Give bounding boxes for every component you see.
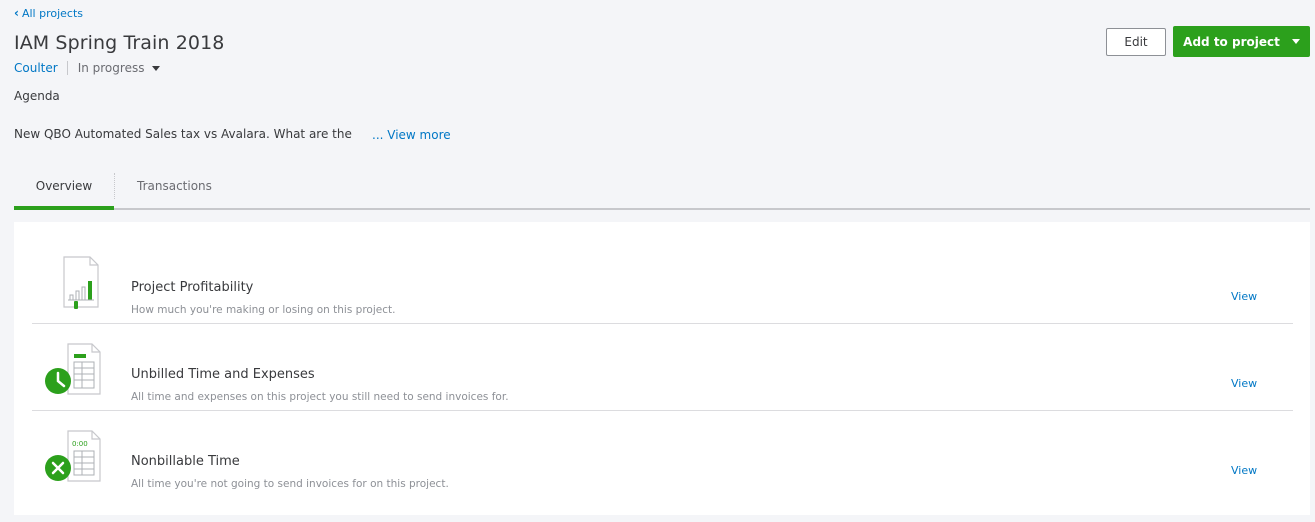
customer-link[interactable]: Coulter [14,61,58,75]
project-tabs: Overview Transactions [14,164,1310,210]
unbilled-time-icon [45,343,101,395]
caret-down-icon [1291,39,1300,44]
edit-button[interactable]: Edit [1106,28,1166,56]
all-projects-link[interactable]: ‹ All projects [14,6,83,20]
view-nonbillable-link[interactable]: View [1231,464,1257,477]
add-to-project-label: Add to project [1183,34,1280,49]
page-title: IAM Spring Train 2018 [14,32,225,54]
report-subtitle: All time you're not going to send invoic… [131,478,449,490]
nonbillable-time-icon: 0:00 [45,430,101,482]
report-subtitle: All time and expenses on this project yo… [131,391,509,403]
project-description: New QBO Automated Sales tax vs Avalara. … [14,127,352,141]
chevron-left-icon: ‹ [14,6,19,20]
all-projects-label: All projects [21,6,83,20]
profitability-report-icon [63,256,99,309]
report-row-nonbillable: 0:00 Nonbillable Time All time you're no… [32,411,1293,498]
status-label: In progress [77,61,145,75]
report-title: Project Profitability [131,280,254,295]
status-dropdown[interactable]: In progress [78,61,161,75]
tab-overview[interactable]: Overview [14,164,114,210]
description-heading: Agenda [14,89,60,103]
report-row-profitability: Project Profitability How much you're ma… [32,237,1293,324]
view-more-link[interactable]: ... View more [372,128,451,142]
project-meta: Coulter In progress [14,61,161,75]
tab-transactions[interactable]: Transactions [115,164,212,208]
report-title: Nonbillable Time [131,454,240,469]
report-row-unbilled: Unbilled Time and Expenses All time and … [32,324,1293,411]
reports-card: Project Profitability How much you're ma… [14,222,1310,515]
meta-divider [66,61,68,75]
add-to-project-button[interactable]: Add to project [1173,26,1310,57]
report-title: Unbilled Time and Expenses [131,367,315,382]
view-profitability-link[interactable]: View [1231,290,1257,303]
report-subtitle: How much you're making or losing on this… [131,304,396,316]
caret-down-icon [152,65,161,71]
view-unbilled-link[interactable]: View [1231,377,1257,390]
timer-label: 0:00 [72,440,88,448]
